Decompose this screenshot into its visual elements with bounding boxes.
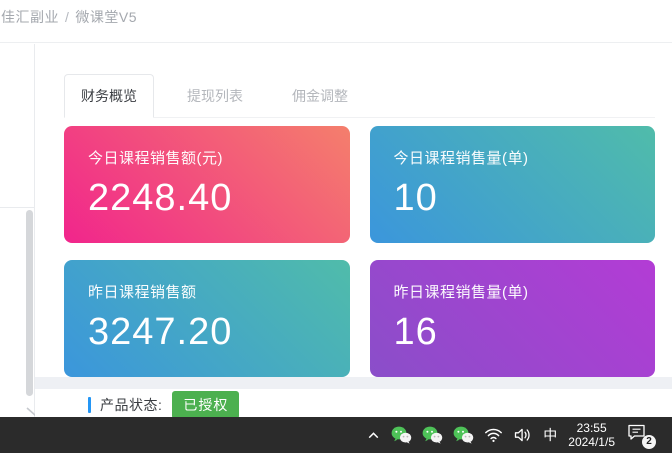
tab-bar: 财务概览 提现列表 佣金调整 xyxy=(64,74,655,118)
wechat-icon xyxy=(422,426,443,444)
breadcrumb-separator: / xyxy=(65,9,69,25)
sidebar-scrollbar-thumb[interactable] xyxy=(26,210,33,396)
chevron-up-icon xyxy=(366,428,381,443)
content-area: 财务概览 提现列表 佣金调整 今日课程销售额(元) 2248.40 今日课程销售… xyxy=(0,44,672,417)
volume-icon xyxy=(513,427,533,443)
breadcrumb-current: 微课堂V5 xyxy=(75,9,137,25)
stat-card-value: 10 xyxy=(394,177,632,220)
wechat-icon xyxy=(453,426,474,444)
tab-finance-overview[interactable]: 财务概览 xyxy=(64,74,154,118)
main-panel: 财务概览 提现列表 佣金调整 今日课程销售额(元) 2248.40 今日课程销售… xyxy=(35,44,672,417)
action-center-button[interactable]: 2 xyxy=(621,417,659,453)
stat-card-value: 2248.40 xyxy=(88,177,326,220)
stat-card-today-sales-amount: 今日课程销售额(元) 2248.40 xyxy=(64,126,350,243)
taskbar-time: 23:55 xyxy=(568,421,615,435)
product-status-label: 产品状态: xyxy=(100,395,162,415)
stat-card-label: 今日课程销售额(元) xyxy=(88,147,326,168)
tab-withdraw-list[interactable]: 提现列表 xyxy=(171,75,259,117)
stat-card-label: 今日课程销售量(单) xyxy=(394,147,632,168)
stat-card-label: 昨日课程销售量(单) xyxy=(394,281,632,302)
tray-ime-indicator[interactable]: 中 xyxy=(538,417,562,453)
tab-commission-adjust[interactable]: 佣金调整 xyxy=(276,75,364,117)
taskbar-date: 2024/1/5 xyxy=(568,435,615,449)
stat-card-label: 昨日课程销售额 xyxy=(88,281,326,302)
status-badge: 已授权 xyxy=(172,391,239,419)
breadcrumb: 佳汇副业 / 微课堂V5 xyxy=(1,7,137,27)
tray-wechat-1[interactable] xyxy=(386,417,417,453)
tray-wechat-2[interactable] xyxy=(417,417,448,453)
tray-show-hidden-icons-button[interactable] xyxy=(361,417,386,453)
accent-bar xyxy=(88,397,91,413)
stat-card-yesterday-sales-count: 昨日课程销售量(单) 16 xyxy=(370,260,656,377)
tray-wechat-3[interactable] xyxy=(448,417,479,453)
sidebar-edge xyxy=(0,44,35,417)
breadcrumb-parent[interactable]: 佳汇副业 xyxy=(1,9,59,25)
tray-network-button[interactable] xyxy=(479,417,508,453)
windows-taskbar: 中 23:55 2024/1/5 2 xyxy=(0,417,672,453)
stat-card-value: 16 xyxy=(394,311,632,354)
breadcrumb-bar: 佳汇副业 / 微课堂V5 xyxy=(0,0,672,43)
tray-volume-button[interactable] xyxy=(508,417,538,453)
section-gap xyxy=(35,377,672,389)
taskbar-clock[interactable]: 23:55 2024/1/5 xyxy=(568,421,615,449)
notification-count-badge: 2 xyxy=(642,435,656,449)
stat-card-today-sales-count: 今日课程销售量(单) 10 xyxy=(370,126,656,243)
sidebar-divider xyxy=(0,207,34,208)
stat-cards: 今日课程销售额(元) 2248.40 今日课程销售量(单) 10 昨日课程销售额… xyxy=(64,126,655,377)
stat-card-value: 3247.20 xyxy=(88,311,326,354)
wifi-icon xyxy=(484,427,503,443)
stat-card-yesterday-sales-amount: 昨日课程销售额 3247.20 xyxy=(64,260,350,377)
wechat-icon xyxy=(391,426,412,444)
